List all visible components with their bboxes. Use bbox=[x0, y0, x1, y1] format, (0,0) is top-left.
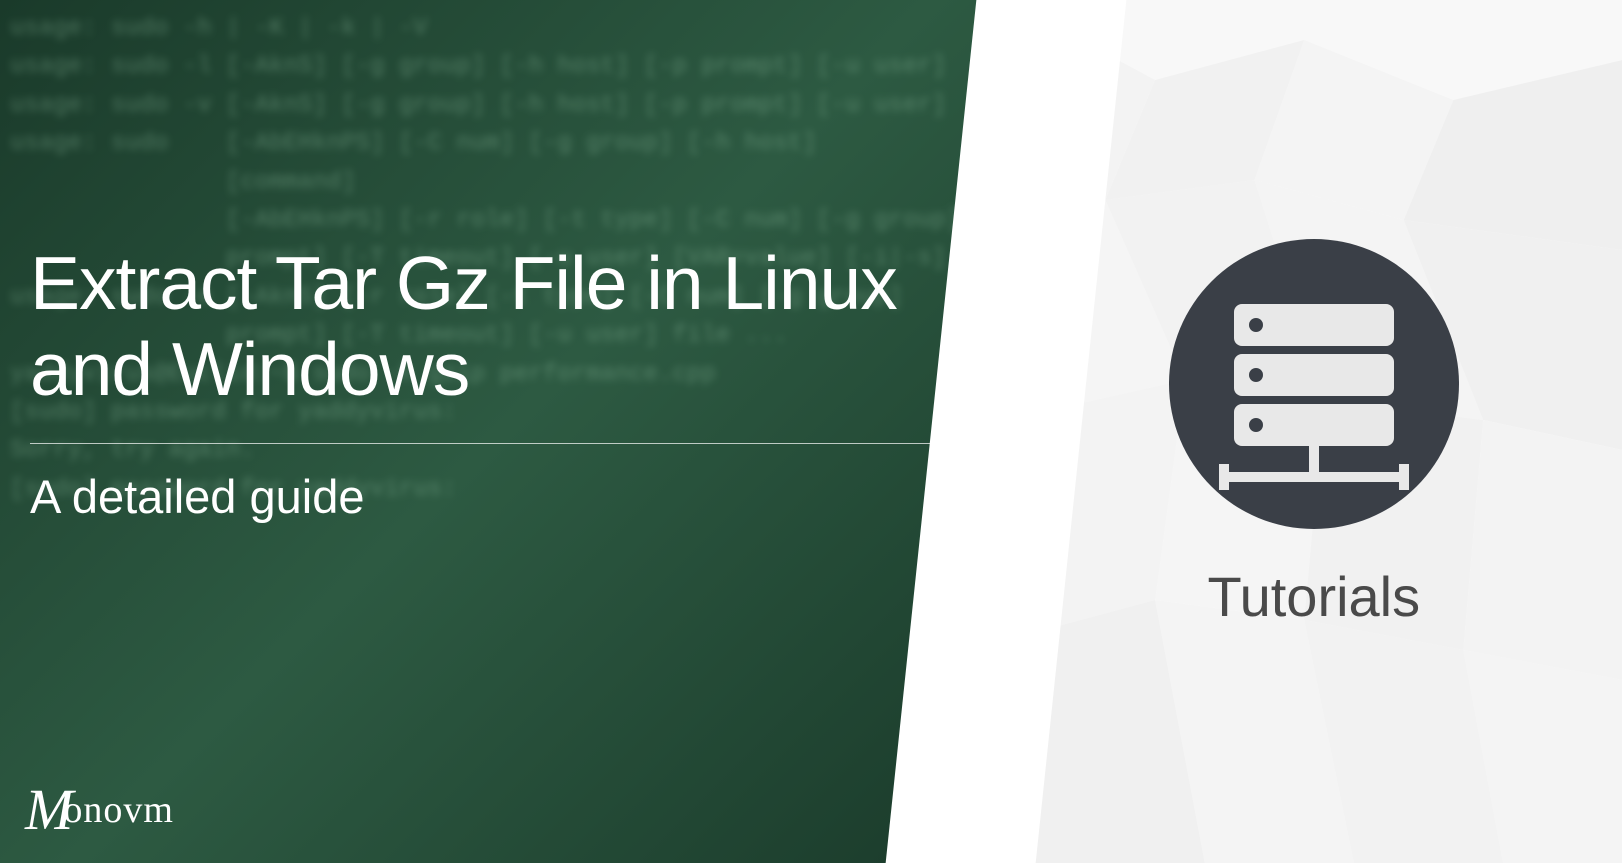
left-panel: usage: sudo -h | -K | -k | -V usage: sud… bbox=[0, 0, 1006, 863]
subtitle: A detailed guide bbox=[30, 469, 966, 524]
logo-prefix: M bbox=[25, 776, 68, 843]
banner-container: usage: sudo -h | -K | -k | -V usage: sud… bbox=[0, 0, 1622, 863]
logo-text: onovm bbox=[63, 788, 174, 832]
main-title: Extract Tar Gz File in Linux and Windows bbox=[30, 240, 966, 413]
title-block: Extract Tar Gz File in Linux and Windows… bbox=[30, 240, 966, 524]
title-divider bbox=[30, 443, 966, 444]
server-icon bbox=[1164, 234, 1464, 534]
brand-logo: M onovm bbox=[25, 776, 174, 843]
category-label: Tutorials bbox=[1207, 564, 1420, 629]
